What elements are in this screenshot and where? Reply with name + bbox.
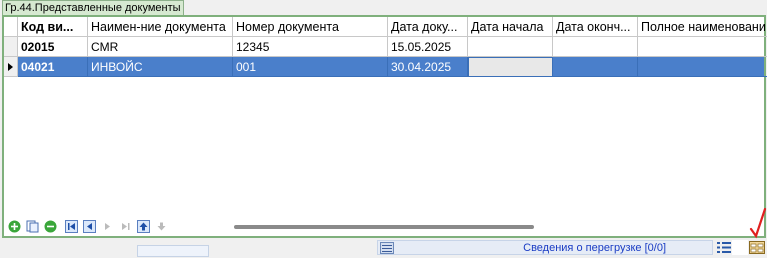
row-indicator[interactable] xyxy=(4,57,18,77)
table-cell[interactable]: CMR xyxy=(88,37,233,57)
column-header-1[interactable]: Код ви... xyxy=(18,17,88,37)
table-cell[interactable] xyxy=(553,37,638,57)
last-icon[interactable] xyxy=(118,219,133,234)
list-view-icon[interactable] xyxy=(716,240,732,255)
table-cell[interactable] xyxy=(553,57,638,77)
status-text[interactable]: Сведения о перегрузке [0/0] xyxy=(523,241,666,255)
current-row-arrow-icon xyxy=(8,63,13,71)
blank-view-icon[interactable] xyxy=(732,240,748,255)
table-cell[interactable] xyxy=(638,57,767,77)
grid-header: Код ви... Наимен-ние документа Номер докум… xyxy=(4,17,767,37)
column-header-4[interactable]: Дата доку... xyxy=(388,17,468,37)
column-header-5[interactable]: Дата начала xyxy=(468,17,553,37)
grid-view-icon[interactable] xyxy=(749,240,765,255)
row-indicator[interactable] xyxy=(4,37,18,57)
first-icon[interactable] xyxy=(64,219,79,234)
add-icon[interactable] xyxy=(7,219,22,234)
horizontal-scrollbar[interactable] xyxy=(234,225,534,229)
table-cell[interactable]: 12345 xyxy=(233,37,388,57)
table-row[interactable]: 02015 CMR 12345 15.05.2025 xyxy=(4,37,767,57)
header-corner xyxy=(4,17,18,37)
table-cell[interactable]: 001 xyxy=(233,57,388,77)
documents-grid: Код ви... Наимен-ние документа Номер докум… xyxy=(4,17,767,217)
grid-toolbar xyxy=(4,218,204,236)
copy-icon[interactable] xyxy=(25,219,40,234)
documents-panel: Код ви... Наимен-ние документа Номер докум… xyxy=(2,15,767,238)
column-header-2[interactable]: Наимен-ние документа xyxy=(88,17,233,37)
table-cell[interactable]: 30.04.2025 xyxy=(388,57,468,77)
column-header-3[interactable]: Номер документа xyxy=(233,17,388,37)
status-field xyxy=(137,245,209,257)
prev-icon[interactable] xyxy=(82,219,97,234)
status-bar: Сведения о перегрузке [0/0] xyxy=(377,240,713,255)
table-cell[interactable]: 04021 xyxy=(18,57,88,77)
table-row[interactable]: 04021 ИНВОЙС 001 30.04.2025 xyxy=(4,57,767,77)
checkmark-icon xyxy=(749,207,767,242)
table-cell[interactable] xyxy=(468,37,553,57)
up-icon[interactable] xyxy=(136,219,151,234)
table-cell[interactable]: 02015 xyxy=(18,37,88,57)
list-icon[interactable] xyxy=(380,242,394,254)
table-cell[interactable] xyxy=(468,57,553,77)
tab-documents[interactable]: Гр.44.Представленные документы xyxy=(2,0,184,15)
table-cell[interactable]: ИНВОЙС xyxy=(88,57,233,77)
delete-icon[interactable] xyxy=(43,219,58,234)
table-cell[interactable]: 15.05.2025 xyxy=(388,37,468,57)
down-icon[interactable] xyxy=(154,219,169,234)
table-cell[interactable] xyxy=(638,37,767,57)
column-header-6[interactable]: Дата оконч... xyxy=(553,17,638,37)
column-header-7[interactable]: Полное наименовани xyxy=(638,17,767,37)
next-icon[interactable] xyxy=(100,219,115,234)
